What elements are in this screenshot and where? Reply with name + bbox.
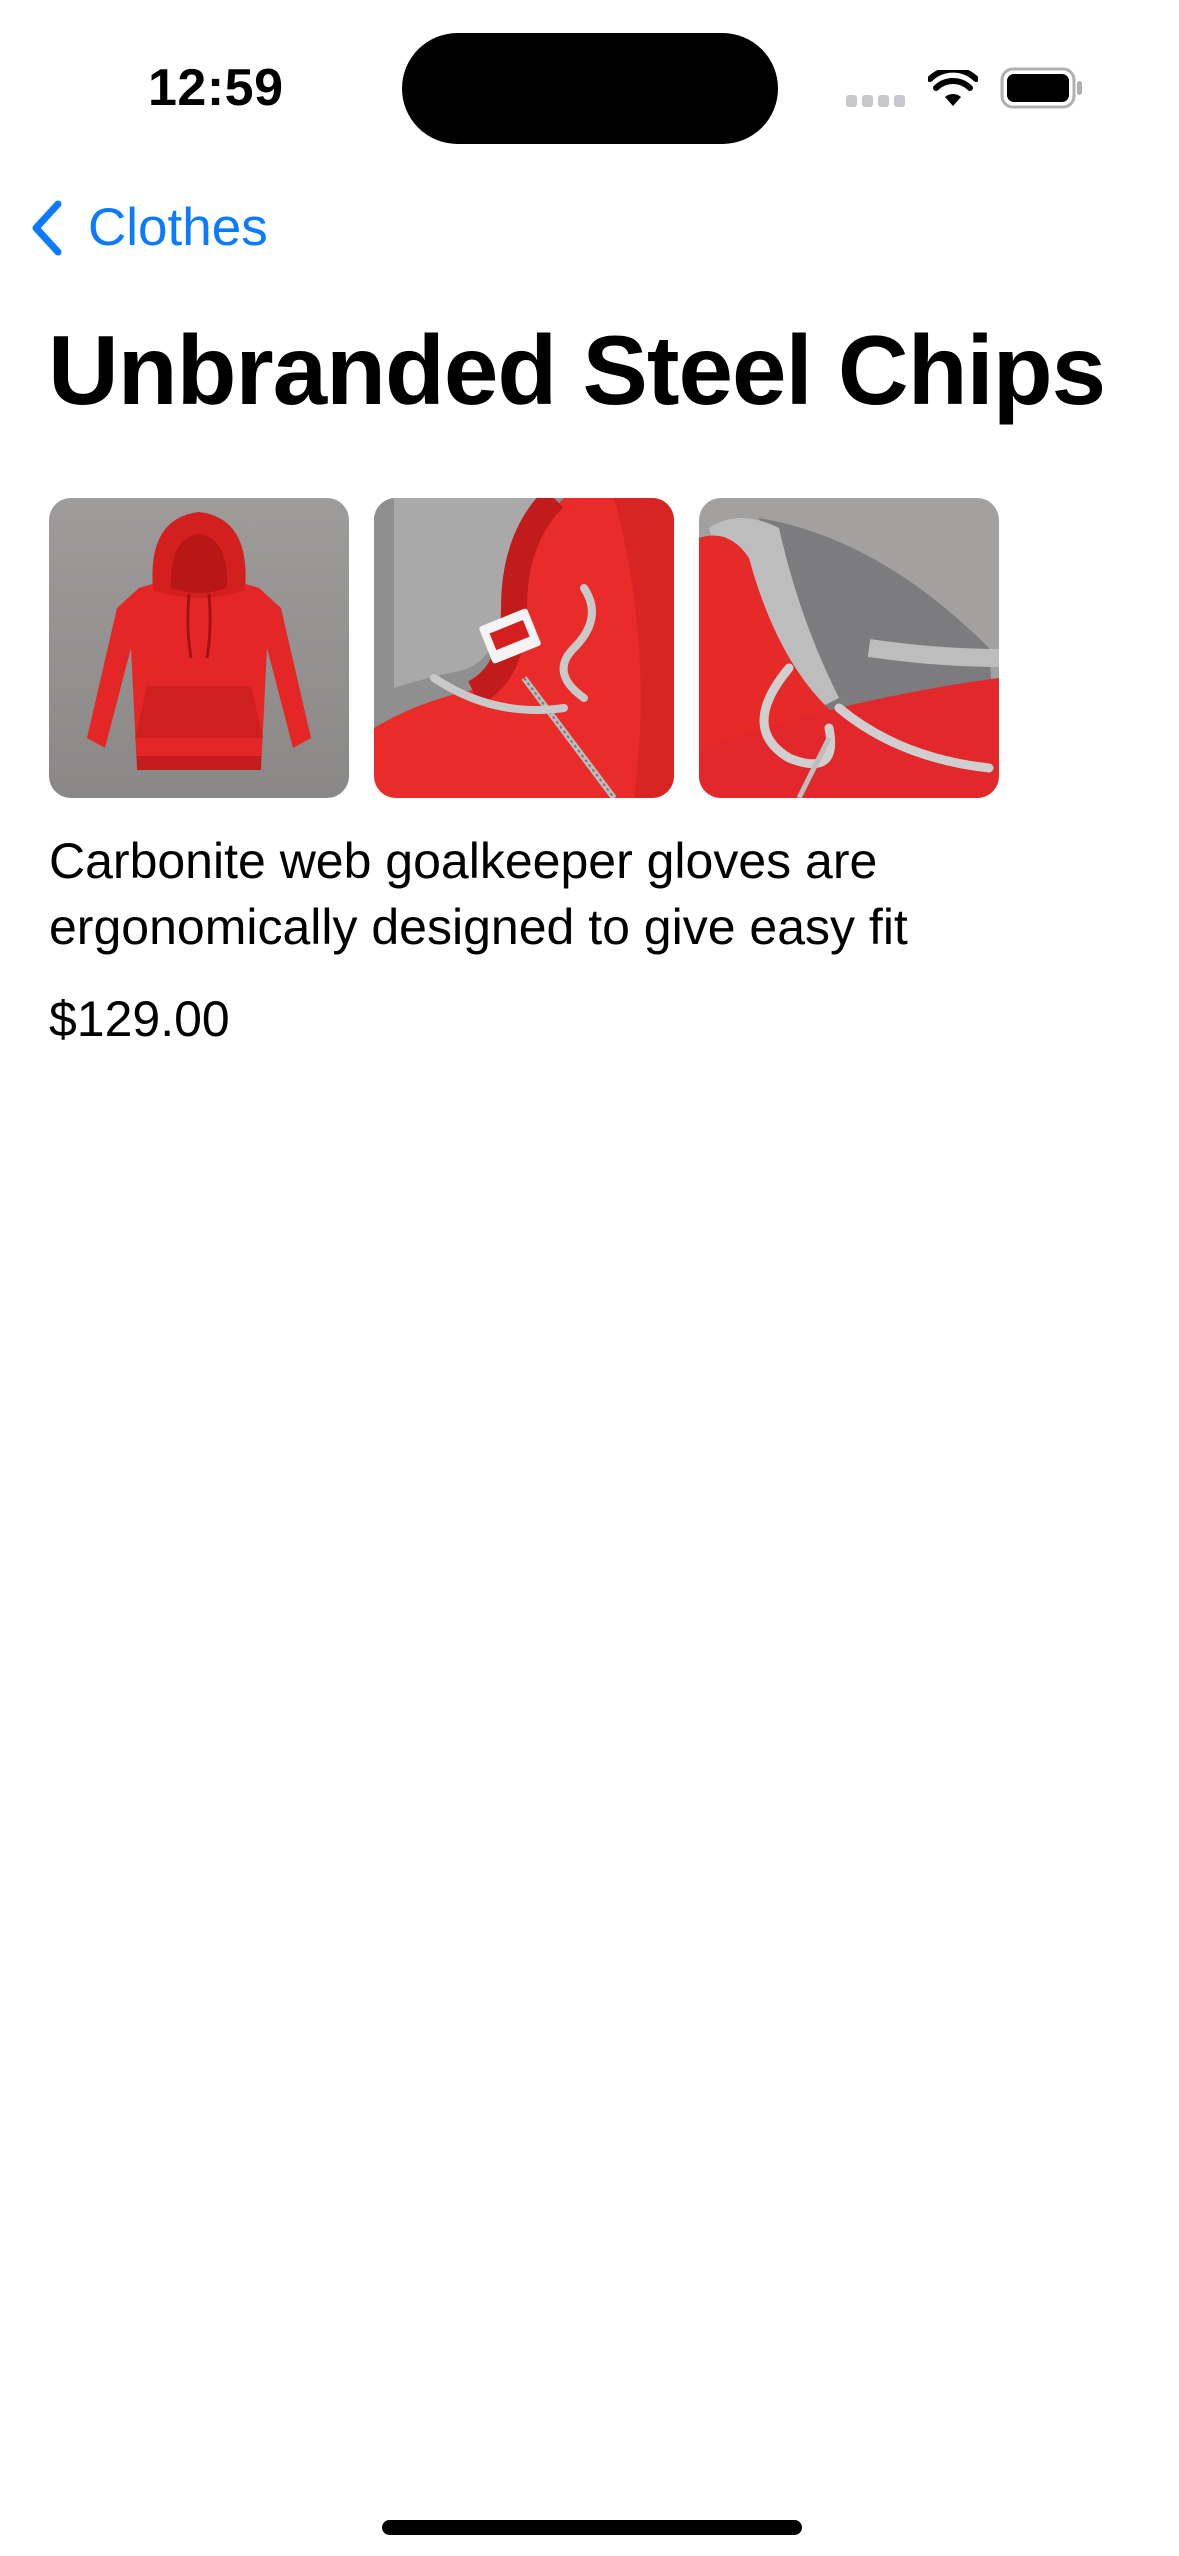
product-image-3[interactable] [699, 498, 999, 798]
product-description: Carbonite web goalkeeper gloves are ergo… [49, 833, 908, 955]
signal-icon [846, 95, 905, 107]
status-time: 12:59 [148, 59, 284, 117]
wifi-icon [928, 70, 978, 106]
product-price: $129.00 [49, 991, 230, 1047]
battery-icon [1000, 67, 1082, 109]
hoodie-hood-image [699, 498, 999, 798]
hoodie-collar-image [374, 498, 674, 798]
hoodie-front-image [49, 498, 349, 798]
back-label: Clothes [88, 198, 268, 257]
back-button[interactable]: Clothes [26, 190, 268, 266]
page-title: Unbranded Steel Chips [48, 315, 1106, 425]
dynamic-island [402, 33, 778, 144]
image-gallery [49, 498, 999, 798]
chevron-left-icon [32, 200, 62, 256]
product-image-2[interactable] [374, 498, 674, 798]
product-image-1[interactable] [49, 498, 349, 798]
home-indicator[interactable] [382, 2520, 802, 2535]
